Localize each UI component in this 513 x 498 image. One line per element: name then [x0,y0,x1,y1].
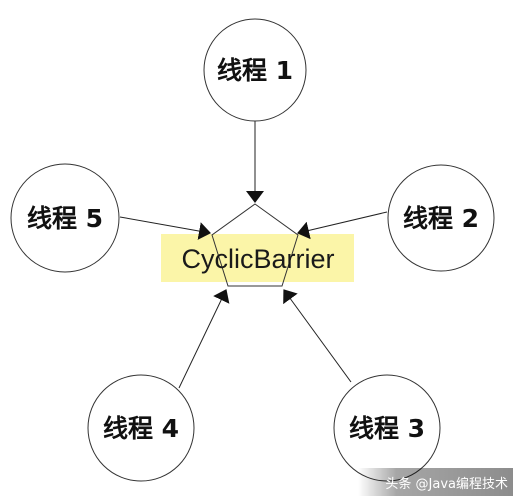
thread-node-2: 线程 2 [387,164,495,272]
thread-label-3: 线程 3 [349,414,425,443]
arrow-thread-2 [297,211,388,240]
thread-label-2: 线程 2 [403,204,479,233]
thread-node-1: 线程 1 [203,18,307,122]
thread-node-4: 线程 4 [87,374,195,482]
thread-label-5: 线程 5 [27,204,103,233]
thread-label-4: 线程 4 [103,414,179,443]
watermark: 头条 @Java编程技术 [358,468,513,496]
thread-label-1: 线程 1 [217,56,293,85]
arrow-thread-5 [119,216,211,240]
arrow-thread-3 [283,289,352,383]
thread-node-3: 线程 3 [333,374,441,482]
arrow-thread-4 [178,289,230,389]
watermark-text: 头条 @Java编程技术 [385,476,508,492]
center-label: CyclicBarrier [181,244,334,274]
thread-node-5: 线程 5 [10,163,120,273]
cyclic-barrier-diagram: CyclicBarrier 线程 1 线程 2 线程 3 线程 4 线程 5 头… [10,18,513,496]
